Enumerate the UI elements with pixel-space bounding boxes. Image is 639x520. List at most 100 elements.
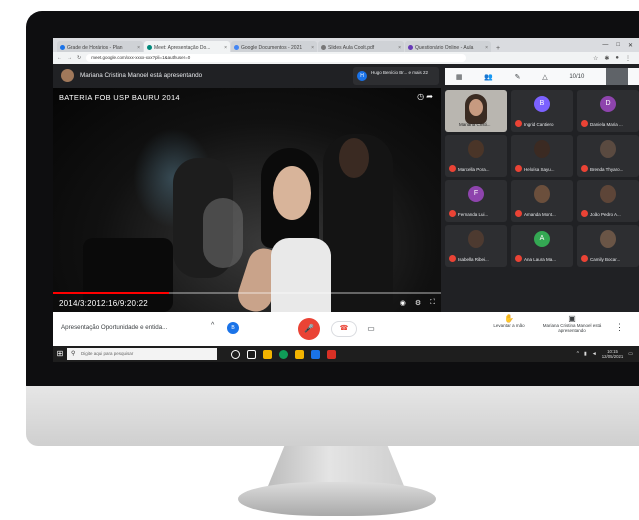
participant-tile[interactable]: Isabella Ribei...	[445, 225, 507, 267]
meeting-title[interactable]: Apresentação Oportunidade e entida...	[61, 324, 167, 331]
present-screen-icon: ▣	[568, 314, 576, 323]
volume-icon[interactable]: ◄	[592, 351, 597, 357]
browser-tab[interactable]: Google Documentos - 2021 ×	[231, 41, 317, 52]
task-view-icon[interactable]	[247, 349, 256, 359]
participant-tile[interactable]: B Ingrid Cantiero	[511, 90, 573, 132]
participant-tile[interactable]: F Fernanda Lui...	[445, 180, 507, 222]
participant-tile[interactable]: Mariana Cristi...	[445, 90, 507, 132]
raise-hand-button[interactable]: ✋ Levantar a mão	[488, 315, 530, 329]
taskbar-search-field[interactable]: Digite aqui para pesquisar	[67, 348, 217, 360]
close-tab-icon[interactable]: ×	[311, 45, 314, 51]
people-icon[interactable]: 👥	[484, 73, 493, 81]
close-tab-icon[interactable]: ×	[398, 45, 401, 51]
avatar: A	[534, 231, 550, 247]
participant-tile[interactable]: Brenda Thyaro...	[577, 135, 639, 177]
pin-icon[interactable]: ✎	[515, 73, 521, 81]
monitor-screen: Grade de Horários - Plan × Meet: Apresent…	[53, 38, 639, 362]
browser-tab-active[interactable]: Meet: Apresentação Do... ×	[144, 41, 230, 52]
taskbar-clock[interactable]: 10:15 12/05/2021	[602, 349, 624, 359]
mic-off-button[interactable]: 🎤	[298, 318, 320, 340]
avatar-photo	[468, 230, 484, 248]
browser-tab[interactable]: Slides Aula Coolt.pdf ×	[318, 41, 404, 52]
mic-muted-icon	[581, 255, 588, 262]
participant-name: João Pedro A...	[590, 212, 621, 217]
camera-button[interactable]: ▭	[363, 321, 379, 337]
presenting-now-button[interactable]: ▣ Mariana Cristina Manoel está apresenta…	[539, 314, 605, 334]
participant-tile[interactable]: João Pedro A...	[577, 180, 639, 222]
mic-muted-icon	[581, 165, 588, 172]
store-icon[interactable]	[311, 349, 320, 359]
cortana-icon[interactable]	[231, 349, 240, 359]
mic-muted-icon	[581, 210, 588, 217]
end-call-button[interactable]: ☎	[331, 321, 357, 337]
avatar-photo	[600, 185, 616, 203]
participant-tile[interactable]: Amanda Mont...	[511, 180, 573, 222]
presentation-video[interactable]: BATERIA FOB USP BAURU 2014 ◷ ➦ 2014/3:20…	[53, 88, 441, 312]
new-tab-button[interactable]: +	[492, 45, 504, 52]
chevron-up-icon[interactable]: ^	[211, 322, 214, 329]
file-explorer-icon[interactable]	[263, 349, 272, 359]
more-options-icon[interactable]: ⋮	[615, 322, 624, 333]
clock-date: 12/05/2021	[601, 354, 624, 359]
folder-icon[interactable]	[295, 349, 304, 359]
mic-muted-icon	[515, 255, 522, 262]
participant-tile[interactable]: A Ana Laura Ma...	[511, 225, 573, 267]
monitor-stand-neck	[268, 446, 404, 486]
top-participant-tile[interactable]: H Hugo Benício Br... e mais 22	[353, 67, 439, 85]
video-controls: 2014/3:2012:16/9:20:22 ◉ ⚙ ⛶	[53, 294, 441, 312]
close-tab-icon[interactable]: ×	[485, 45, 488, 51]
participant-tile[interactable]: Marcella Pora...	[445, 135, 507, 177]
participant-name: Amanda Mont...	[524, 212, 556, 217]
settings-gear-icon[interactable]: ⚙	[415, 299, 421, 307]
participant-name: Isabella Ribei...	[458, 257, 489, 262]
close-window-icon[interactable]: ✕	[628, 42, 633, 49]
activities-icon[interactable]: △	[542, 73, 547, 81]
notification-icon[interactable]: ▭	[628, 351, 633, 357]
back-icon[interactable]: ←	[57, 55, 62, 61]
tab-favicon-icon	[234, 45, 239, 50]
participant-tile[interactable]: D Daniela Maria ...	[577, 90, 639, 132]
fullscreen-icon[interactable]: ⛶	[430, 299, 435, 307]
network-icon[interactable]: ▮	[584, 351, 587, 357]
menu-kebab-icon[interactable]: ⋮	[625, 55, 631, 62]
close-tab-icon[interactable]: ×	[224, 45, 227, 51]
tab-label: Grade de Horários - Plan	[67, 44, 123, 51]
url-field[interactable]: meet.google.com/xxx-xxxx-xxx?pli=1&authu…	[86, 54, 467, 62]
windows-start-icon[interactable]: ⊞	[53, 346, 67, 362]
share-icon[interactable]: ➦	[426, 92, 433, 101]
grid-layout-icon[interactable]: ▦	[456, 73, 463, 81]
chrome-icon[interactable]	[279, 349, 288, 359]
video-title: BATERIA FOB USP BAURU 2014	[59, 93, 180, 102]
participant-tile[interactable]: Heloísa Sayu...	[511, 135, 573, 177]
video-control-icons: ◉ ⚙ ⛶	[400, 299, 435, 307]
windows-taskbar: ⊞ Digite aqui para pesquisar ^ ▮ ◄ 10:15…	[53, 346, 639, 362]
participants-grid: Mariana Cristi... B Ingrid Cantiero D Daniel…	[443, 90, 639, 312]
tab-favicon-icon	[408, 45, 413, 50]
browser-toolbar-icons: ☆ ✱ ● ⋮	[593, 55, 639, 62]
office-icon[interactable]	[327, 349, 336, 359]
reload-icon[interactable]: ↻	[77, 55, 81, 61]
self-view-thumbnail[interactable]	[606, 68, 629, 85]
profile-icon[interactable]: ●	[615, 55, 619, 62]
background-person-face	[339, 138, 369, 178]
watch-later-icon[interactable]: ◷	[417, 92, 424, 101]
participant-tile[interactable]: Camily Bocar...	[577, 225, 639, 267]
minimize-icon[interactable]: —	[602, 42, 608, 49]
mic-muted-icon	[449, 210, 456, 217]
forward-icon[interactable]: →	[67, 55, 72, 61]
participant-name: Brenda Thyaro...	[590, 167, 624, 172]
tab-favicon-icon	[147, 45, 152, 50]
self-video-face	[469, 99, 483, 116]
tray-arrow-icon[interactable]: ^	[577, 351, 579, 357]
close-tab-icon[interactable]: ×	[137, 45, 140, 51]
participant-name: Mariana Cristi...	[459, 122, 491, 127]
star-icon[interactable]: ☆	[593, 55, 598, 62]
mic-muted-icon	[449, 165, 456, 172]
browser-tab[interactable]: Questionário Online - Aula ×	[405, 41, 491, 52]
extension-icon[interactable]: ✱	[604, 55, 609, 62]
presenter-avatar[interactable]: B	[227, 322, 239, 334]
autoplay-toggle-icon[interactable]: ◉	[400, 299, 406, 307]
browser-tab[interactable]: Grade de Horários - Plan ×	[57, 41, 143, 52]
browser-address-bar: ← → ↻ meet.google.com/xxx-xxxx-xxx?pli=1…	[53, 52, 639, 64]
maximize-icon[interactable]: □	[616, 42, 620, 49]
